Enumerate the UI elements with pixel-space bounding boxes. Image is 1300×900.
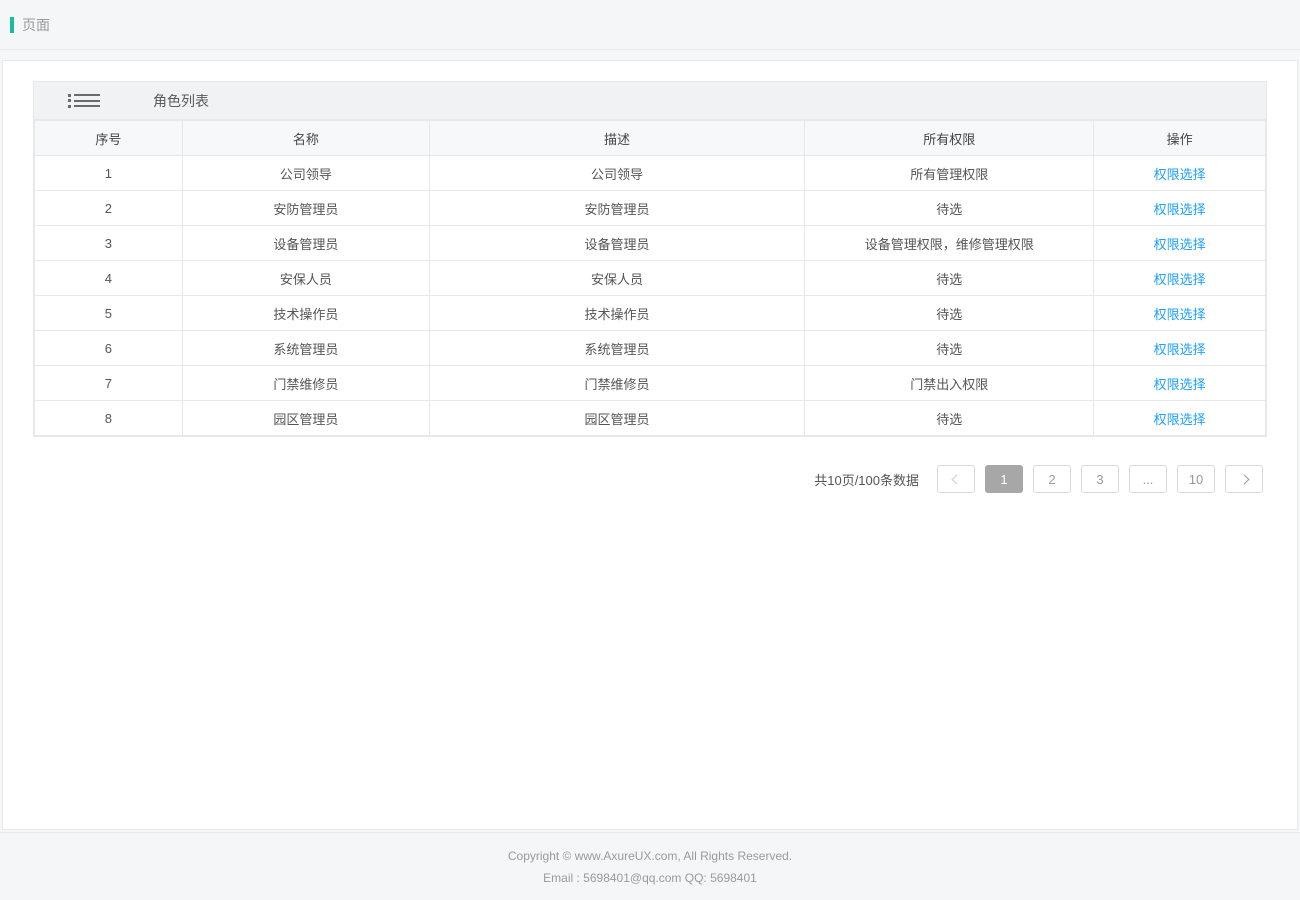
permission-select-link[interactable]: 权限选择 bbox=[1154, 202, 1206, 217]
page-prev-button[interactable] bbox=[937, 465, 975, 493]
cell-desc: 系统管理员 bbox=[430, 331, 805, 366]
cell-op: 权限选择 bbox=[1094, 401, 1266, 436]
cell-desc: 安防管理员 bbox=[430, 191, 805, 226]
permission-select-link[interactable]: 权限选择 bbox=[1154, 307, 1206, 322]
page-info: 共10页/100条数据 bbox=[814, 470, 919, 489]
table-header-row: 序号 名称 描述 所有权限 操作 bbox=[35, 121, 1266, 156]
cell-seq: 6 bbox=[35, 331, 183, 366]
page-number-button[interactable]: 3 bbox=[1081, 465, 1119, 493]
cell-op: 权限选择 bbox=[1094, 156, 1266, 191]
cell-name: 技术操作员 bbox=[182, 296, 429, 331]
cell-op: 权限选择 bbox=[1094, 331, 1266, 366]
cell-name: 系统管理员 bbox=[182, 331, 429, 366]
table-row: 6系统管理员系统管理员待选权限选择 bbox=[35, 331, 1266, 366]
permission-select-link[interactable]: 权限选择 bbox=[1154, 272, 1206, 287]
role-table: 序号 名称 描述 所有权限 操作 1公司领导公司领导所有管理权限权限选择2安防管… bbox=[34, 120, 1266, 436]
table-row: 8园区管理员园区管理员待选权限选择 bbox=[35, 401, 1266, 436]
table-row: 2安防管理员安防管理员待选权限选择 bbox=[35, 191, 1266, 226]
col-header-op: 操作 bbox=[1094, 121, 1266, 156]
cell-op: 权限选择 bbox=[1094, 261, 1266, 296]
cell-desc: 园区管理员 bbox=[430, 401, 805, 436]
panel-header: 角色列表 bbox=[34, 82, 1266, 120]
cell-name: 园区管理员 bbox=[182, 401, 429, 436]
cell-perm: 门禁出入权限 bbox=[805, 366, 1094, 401]
cell-perm: 设备管理权限，维修管理权限 bbox=[805, 226, 1094, 261]
permission-select-link[interactable]: 权限选择 bbox=[1154, 342, 1206, 357]
cell-perm: 待选 bbox=[805, 261, 1094, 296]
top-bar: 页面 bbox=[0, 0, 1300, 50]
cell-seq: 7 bbox=[35, 366, 183, 401]
pagination: 共10页/100条数据 123... 10 bbox=[33, 465, 1267, 493]
cell-seq: 1 bbox=[35, 156, 183, 191]
content-wrapper: 角色列表 序号 名称 描述 所有权限 操作 1公司领导公司领导所有管理权限权限选… bbox=[2, 60, 1298, 830]
cell-perm: 待选 bbox=[805, 331, 1094, 366]
table-row: 5技术操作员技术操作员待选权限选择 bbox=[35, 296, 1266, 331]
footer-copyright: Copyright © www.AxureUX.com, All Rights … bbox=[508, 849, 792, 863]
cell-desc: 门禁维修员 bbox=[430, 366, 805, 401]
panel-title: 角色列表 bbox=[153, 91, 209, 111]
cell-desc: 公司领导 bbox=[430, 156, 805, 191]
cell-seq: 2 bbox=[35, 191, 183, 226]
chevron-right-icon bbox=[1239, 474, 1249, 484]
cell-op: 权限选择 bbox=[1094, 296, 1266, 331]
cell-desc: 技术操作员 bbox=[430, 296, 805, 331]
chevron-left-icon bbox=[951, 474, 961, 484]
accent-bar bbox=[10, 17, 14, 33]
cell-seq: 3 bbox=[35, 226, 183, 261]
col-header-perm: 所有权限 bbox=[805, 121, 1094, 156]
table-row: 4安保人员安保人员待选权限选择 bbox=[35, 261, 1266, 296]
footer-contact: Email : 5698401@qq.com QQ: 5698401 bbox=[543, 871, 757, 885]
cell-op: 权限选择 bbox=[1094, 226, 1266, 261]
permission-select-link[interactable]: 权限选择 bbox=[1154, 412, 1206, 427]
cell-name: 公司领导 bbox=[182, 156, 429, 191]
table-row: 7门禁维修员门禁维修员门禁出入权限权限选择 bbox=[35, 366, 1266, 401]
col-header-desc: 描述 bbox=[430, 121, 805, 156]
permission-select-link[interactable]: 权限选择 bbox=[1154, 167, 1206, 182]
cell-name: 设备管理员 bbox=[182, 226, 429, 261]
cell-name: 门禁维修员 bbox=[182, 366, 429, 401]
cell-desc: 设备管理员 bbox=[430, 226, 805, 261]
cell-name: 安保人员 bbox=[182, 261, 429, 296]
cell-perm: 待选 bbox=[805, 296, 1094, 331]
col-header-seq: 序号 bbox=[35, 121, 183, 156]
cell-perm: 所有管理权限 bbox=[805, 156, 1094, 191]
cell-seq: 4 bbox=[35, 261, 183, 296]
page-ellipsis: ... bbox=[1129, 465, 1167, 493]
cell-seq: 5 bbox=[35, 296, 183, 331]
footer: Copyright © www.AxureUX.com, All Rights … bbox=[0, 832, 1300, 900]
permission-select-link[interactable]: 权限选择 bbox=[1154, 237, 1206, 252]
cell-op: 权限选择 bbox=[1094, 366, 1266, 401]
cell-desc: 安保人员 bbox=[430, 261, 805, 296]
cell-op: 权限选择 bbox=[1094, 191, 1266, 226]
cell-seq: 8 bbox=[35, 401, 183, 436]
permission-select-link[interactable]: 权限选择 bbox=[1154, 377, 1206, 392]
table-row: 3设备管理员设备管理员设备管理权限，维修管理权限权限选择 bbox=[35, 226, 1266, 261]
list-icon bbox=[68, 94, 100, 108]
page-number-button[interactable]: 1 bbox=[985, 465, 1023, 493]
page-number-button[interactable]: 10 bbox=[1177, 465, 1215, 493]
role-list-panel: 角色列表 序号 名称 描述 所有权限 操作 1公司领导公司领导所有管理权限权限选… bbox=[33, 81, 1267, 437]
cell-perm: 待选 bbox=[805, 401, 1094, 436]
table-row: 1公司领导公司领导所有管理权限权限选择 bbox=[35, 156, 1266, 191]
cell-perm: 待选 bbox=[805, 191, 1094, 226]
page-next-button[interactable] bbox=[1225, 465, 1263, 493]
col-header-name: 名称 bbox=[182, 121, 429, 156]
breadcrumb: 页面 bbox=[22, 15, 50, 35]
page-number-button[interactable]: 2 bbox=[1033, 465, 1071, 493]
cell-name: 安防管理员 bbox=[182, 191, 429, 226]
